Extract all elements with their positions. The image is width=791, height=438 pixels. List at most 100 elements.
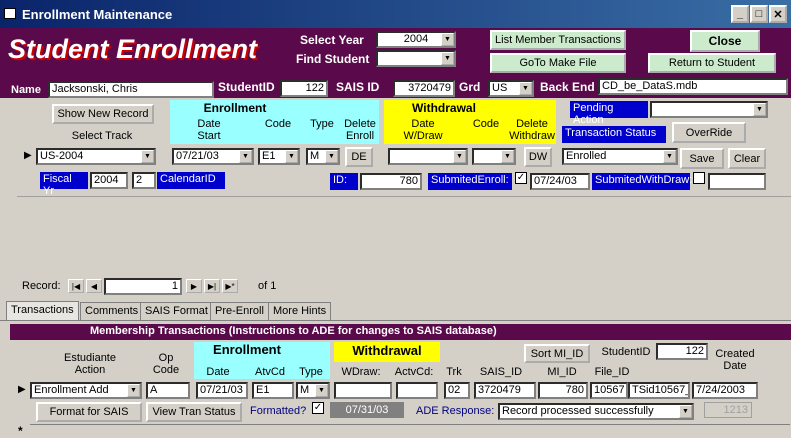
- back-end-field[interactable]: CD_be_DataS.mdb: [598, 78, 788, 95]
- submitted-date-field[interactable]: 07/24/03: [530, 173, 590, 190]
- tx-studentid-field[interactable]: 122: [656, 343, 708, 360]
- tx-wdraw-field[interactable]: [334, 382, 392, 399]
- tx-tsid-field[interactable]: TSid10567_: [628, 382, 690, 399]
- override-button[interactable]: OverRide: [672, 122, 746, 143]
- chevron-down-icon[interactable]: ▼: [663, 150, 676, 163]
- chevron-down-icon[interactable]: ▼: [501, 150, 514, 163]
- sais-id-field[interactable]: 3720479: [393, 80, 455, 97]
- record-selector-icon[interactable]: ▶: [24, 150, 32, 161]
- submitted-withdraw-date-field[interactable]: [708, 173, 766, 190]
- return-to-student-button[interactable]: Return to Student: [648, 53, 776, 73]
- tx-type-value: M: [300, 384, 310, 396]
- submitted-enroll-checkbox[interactable]: ✓: [515, 172, 527, 184]
- transaction-status-label: Transaction Status: [562, 126, 666, 143]
- studentid-field[interactable]: 122: [280, 80, 328, 97]
- find-student-label: Find Student: [296, 52, 370, 66]
- new-row-area[interactable]: [30, 424, 790, 435]
- chevron-down-icon[interactable]: ▼: [679, 405, 692, 418]
- grade-combo[interactable]: US ▼: [488, 80, 534, 97]
- goto-make-file-button[interactable]: GoTo Make File: [490, 53, 626, 73]
- fiscal-year-field[interactable]: 2004: [90, 172, 128, 189]
- tab-divider: [0, 320, 791, 321]
- select-year-label: Select Year: [300, 33, 364, 47]
- enroll-type-combo[interactable]: M ▼: [306, 148, 340, 165]
- clear-button[interactable]: Clear: [728, 148, 766, 169]
- chevron-down-icon[interactable]: ▼: [141, 150, 154, 163]
- enroll-date-combo[interactable]: 07/21/03 ▼: [172, 148, 254, 165]
- chevron-down-icon[interactable]: ▼: [441, 52, 454, 65]
- first-record-icon[interactable]: |◀: [68, 279, 84, 293]
- chevron-down-icon[interactable]: ▼: [441, 33, 454, 46]
- tx-trk-label: Trk: [446, 366, 462, 378]
- fiscal-number-field[interactable]: 2: [132, 172, 156, 189]
- chevron-down-icon[interactable]: ▼: [239, 150, 252, 163]
- withdraw-code-combo[interactable]: ▼: [472, 148, 516, 165]
- date-start-label: Date Start: [197, 118, 221, 142]
- submitted-withdraw-label: SubmitedWithDraw:: [592, 173, 692, 190]
- status-combo[interactable]: Enrolled ▼: [562, 148, 678, 165]
- tx-actvcd-field[interactable]: [396, 382, 438, 399]
- chevron-down-icon[interactable]: ▼: [315, 384, 328, 397]
- track-value: US-2004: [40, 150, 84, 162]
- select-year-combo[interactable]: 2004 ▼: [376, 31, 456, 48]
- tx-type-combo[interactable]: M ▼: [296, 382, 330, 399]
- enroll-code-combo[interactable]: E1 ▼: [258, 148, 300, 165]
- page-title: Student Enrollment: [8, 34, 257, 64]
- tab-pre-enroll[interactable]: Pre-Enroll: [210, 302, 269, 321]
- show-new-record-button[interactable]: Show New Record: [52, 104, 154, 124]
- tab-sais-format[interactable]: SAIS Format: [140, 302, 213, 321]
- ade-response-combo[interactable]: Record processed successfully ▼: [498, 403, 694, 420]
- maximize-icon[interactable]: □: [750, 5, 768, 23]
- sort-mi-id-button[interactable]: Sort MI_ID: [524, 344, 590, 363]
- tab-more-hints[interactable]: More Hints: [268, 302, 332, 321]
- tab-transactions[interactable]: Transactions: [6, 301, 79, 320]
- delete-withdraw-button[interactable]: DW: [524, 147, 552, 167]
- list-member-transactions-button[interactable]: List Member Transactions: [490, 30, 626, 50]
- tx-op-field[interactable]: A: [146, 382, 190, 399]
- id-field[interactable]: 780: [360, 173, 422, 190]
- tx-sais-id-label: SAIS_ID: [479, 366, 523, 378]
- chevron-down-icon[interactable]: ▼: [285, 150, 298, 163]
- ade-response-value: Record processed successfully: [502, 405, 654, 417]
- tab-comments[interactable]: Comments: [80, 302, 144, 321]
- submitted-withdraw-checkbox[interactable]: [693, 172, 705, 184]
- tx-date-field[interactable]: 07/21/03: [196, 382, 248, 399]
- close-button[interactable]: Close: [690, 30, 760, 52]
- tx-atvcd-field[interactable]: E1: [252, 382, 294, 399]
- last-record-icon[interactable]: ▶|: [204, 279, 220, 293]
- find-student-combo[interactable]: ▼: [376, 50, 456, 67]
- view-tran-status-button[interactable]: View Tran Status: [146, 402, 242, 422]
- new-row-asterisk-icon[interactable]: *: [18, 424, 23, 438]
- tx-trk-field[interactable]: 02: [444, 382, 470, 399]
- delete-enroll-button[interactable]: DE: [345, 147, 373, 167]
- format-for-sais-button[interactable]: Format for SAIS: [36, 402, 142, 422]
- record-number-field[interactable]: 1: [104, 278, 182, 295]
- chevron-down-icon[interactable]: ▼: [519, 82, 532, 95]
- delete-withdraw-label: Delete Withdraw: [509, 118, 555, 142]
- formatted-checkbox[interactable]: ✓: [312, 402, 324, 414]
- chevron-down-icon[interactable]: ▼: [127, 384, 140, 397]
- tx-sais-field[interactable]: 3720479: [474, 382, 536, 399]
- next-record-icon[interactable]: ▶: [186, 279, 202, 293]
- tx-created-field[interactable]: 7/24/2003: [692, 382, 758, 399]
- tx-file-field[interactable]: 10567: [590, 382, 628, 399]
- code-1213-field: 1213: [704, 402, 752, 418]
- fiscal-year-label: Fiscal Yr: [40, 172, 88, 197]
- estudiante-action-label: Estudiante Action: [64, 352, 116, 376]
- tx-record-selector-icon[interactable]: ▶: [18, 384, 26, 395]
- withdraw-date-combo[interactable]: ▼: [388, 148, 468, 165]
- chevron-down-icon[interactable]: ▼: [453, 150, 466, 163]
- new-record-icon[interactable]: ▶*: [222, 279, 238, 293]
- name-field[interactable]: Jacksonski, Chris: [48, 81, 214, 98]
- prev-record-icon[interactable]: ◀: [86, 279, 102, 293]
- tx-action-combo[interactable]: Enrollment Add ▼: [30, 382, 142, 399]
- chevron-down-icon[interactable]: ▼: [753, 103, 766, 116]
- save-button[interactable]: Save: [680, 148, 724, 169]
- close-icon[interactable]: ✕: [769, 5, 787, 23]
- id-label: ID:: [330, 173, 358, 190]
- minimize-icon[interactable]: _: [731, 5, 749, 23]
- chevron-down-icon[interactable]: ▼: [325, 150, 338, 163]
- tx-mi-field[interactable]: 780: [538, 382, 588, 399]
- track-combo[interactable]: US-2004 ▼: [36, 148, 156, 165]
- pending-action-combo[interactable]: ▼: [650, 101, 768, 118]
